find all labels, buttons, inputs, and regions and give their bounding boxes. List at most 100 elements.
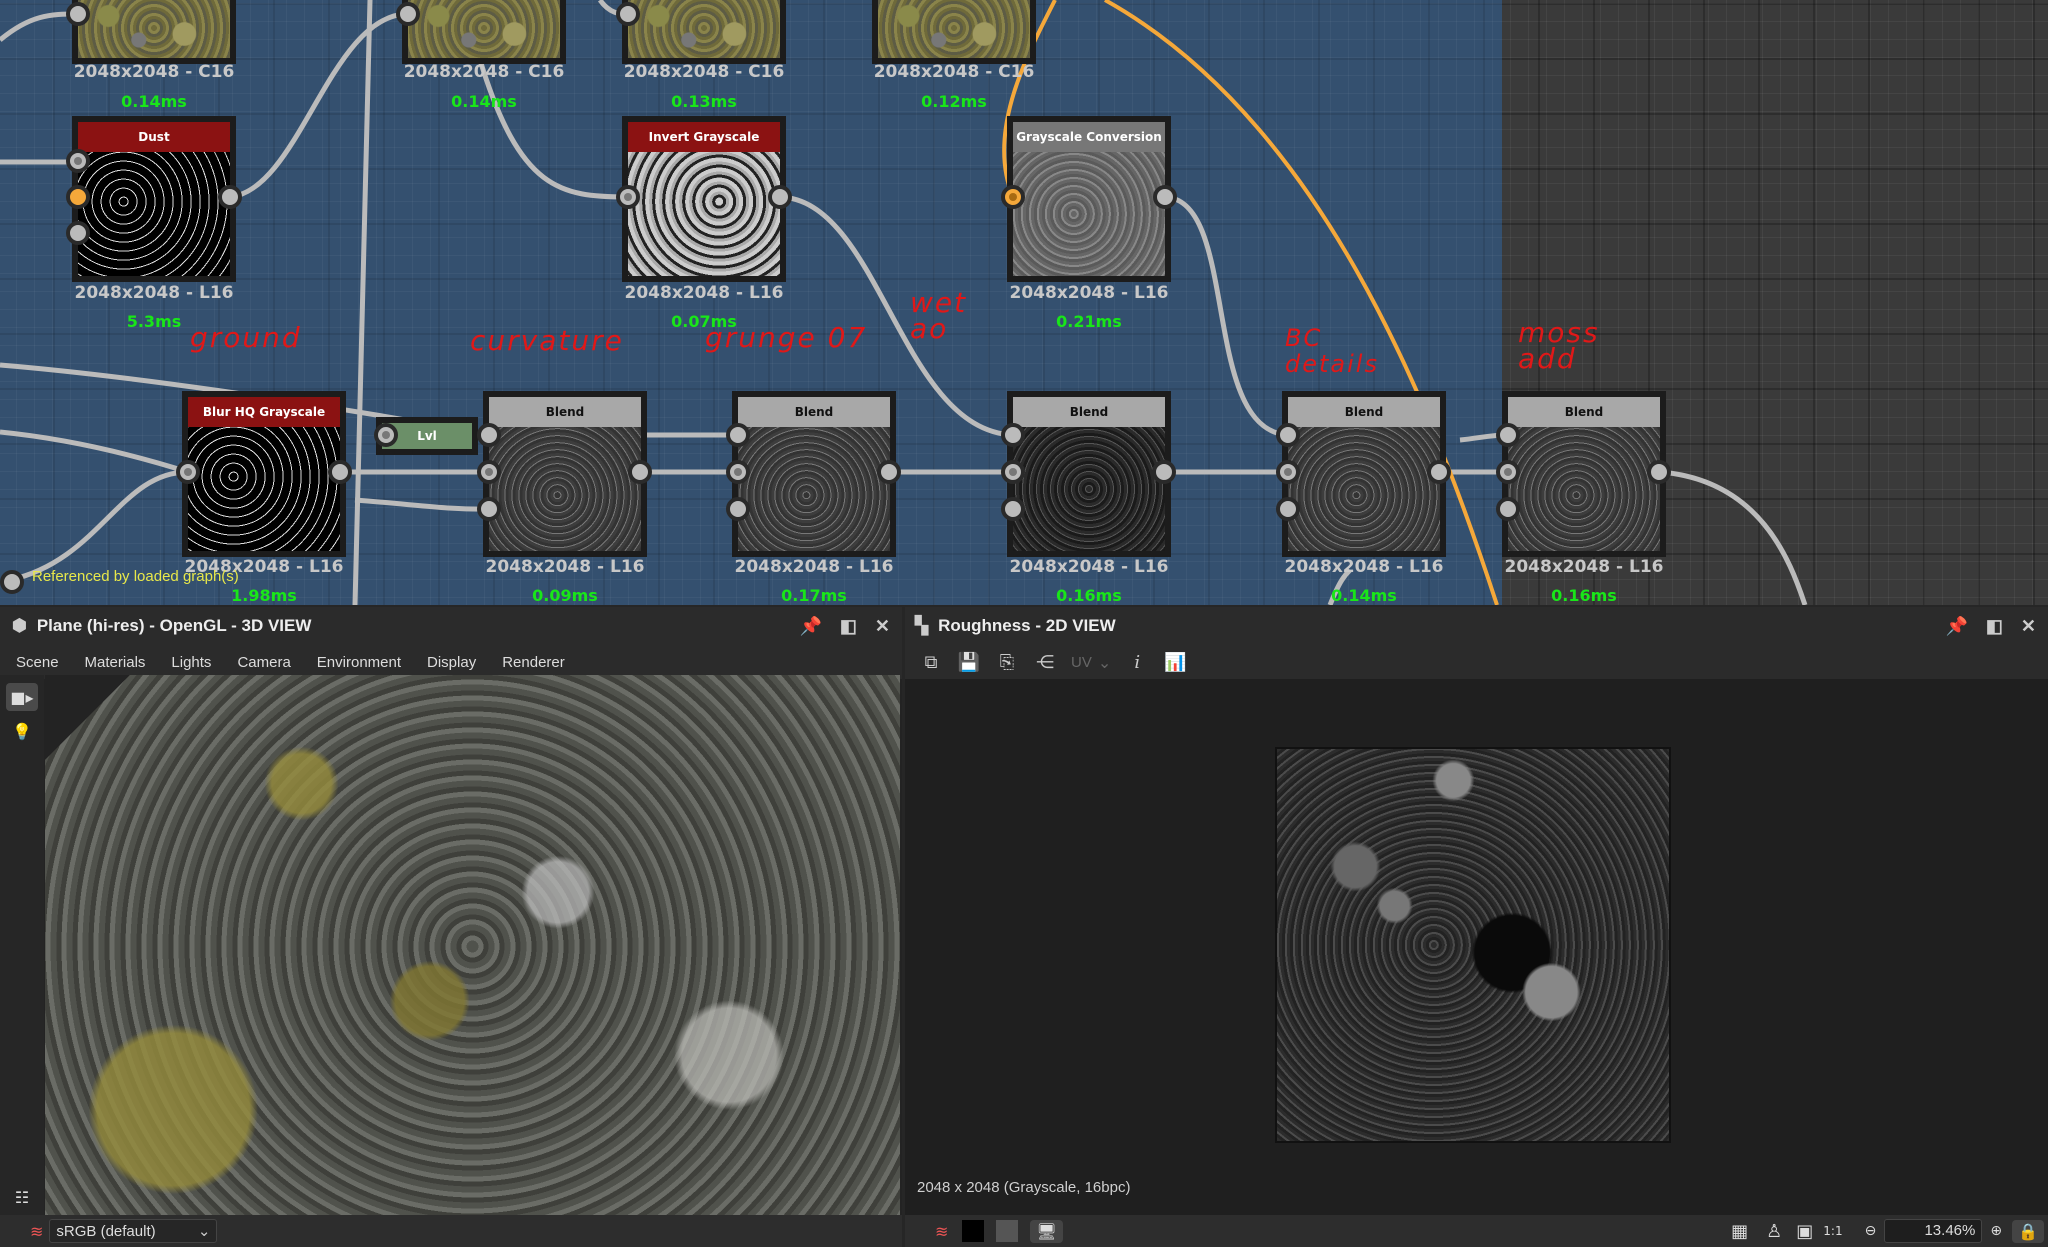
output-pin[interactable] (0, 570, 24, 594)
input-pin-selected[interactable] (1001, 185, 1025, 209)
layers-icon[interactable]: ≋ (935, 1222, 948, 1241)
input-pin[interactable] (726, 460, 750, 484)
zoom-level-field[interactable]: 13.46% (1884, 1219, 1983, 1243)
menu-environment[interactable]: Environment (317, 654, 401, 671)
menu-scene[interactable]: Scene (16, 654, 59, 671)
input-pin[interactable] (1001, 423, 1025, 447)
input-pin[interactable] (1276, 497, 1300, 521)
grid-icon[interactable]: ▦ (1731, 1221, 1748, 1242)
blend-node-bc-details[interactable]: Blend (1282, 391, 1446, 557)
menu-display[interactable]: Display (427, 654, 476, 671)
input-pin[interactable] (1496, 460, 1520, 484)
input-pin[interactable] (374, 423, 398, 447)
invert-grayscale-node[interactable]: Invert Grayscale (622, 116, 786, 282)
zoom-out-icon[interactable]: ⊖ (1865, 1223, 1877, 1239)
output-pin[interactable] (628, 460, 652, 484)
roughness-texture-preview[interactable] (1275, 747, 1671, 1143)
menu-camera[interactable]: Camera (237, 654, 290, 671)
input-pin[interactable] (176, 460, 200, 484)
blur-hq-grayscale-node[interactable]: Blur HQ Grayscale (182, 391, 346, 557)
input-pin[interactable] (1276, 423, 1300, 447)
light-bulb-icon[interactable]: 💡 (6, 717, 38, 745)
dust-node[interactable]: Dust (72, 116, 236, 282)
input-pin[interactable] (1001, 497, 1025, 521)
menu-lights[interactable]: Lights (171, 654, 211, 671)
input-pin[interactable] (1001, 460, 1025, 484)
zoom-in-icon[interactable]: ⊕ (1990, 1223, 2002, 1239)
character-scale-icon[interactable]: ♙ (1766, 1221, 1782, 1242)
histogram-icon[interactable]: 📊 (1163, 652, 1187, 673)
input-pin[interactable] (1496, 497, 1520, 521)
output-pin[interactable] (877, 460, 901, 484)
blend-node-moss-add[interactable]: Blend (1502, 391, 1666, 557)
menu-materials[interactable]: Materials (85, 654, 146, 671)
node-timing: 1.98ms (231, 586, 297, 605)
node-thumbnail (1288, 427, 1440, 551)
bitmap-node[interactable] (872, 0, 1036, 64)
scene-tree-icon[interactable]: ☷ (6, 1183, 38, 1211)
layers-icon[interactable]: ≋ (30, 1222, 43, 1241)
node-graph[interactable]: 2048x2048 - C16 0.14ms 2048x2048 - C16 0… (0, 0, 2048, 605)
camera-icon[interactable]: ■▸ (6, 683, 38, 711)
maximize-icon[interactable]: ◧ (1986, 616, 2003, 637)
node-resolution: 2048x2048 - C16 (403, 62, 565, 82)
actual-size-icon[interactable]: 1:1 (1823, 1224, 1842, 1238)
maximize-icon[interactable]: ◧ (840, 616, 857, 637)
3d-view-menubar: Scene Materials Lights Camera Environmen… (0, 645, 902, 679)
bitmap-node[interactable] (402, 0, 566, 64)
input-pin[interactable] (726, 423, 750, 447)
input-pin[interactable] (1496, 423, 1520, 447)
output-pin[interactable] (768, 185, 792, 209)
info-icon[interactable]: i (1125, 652, 1149, 673)
panel-header: ⬢ Plane (hi-res) - OpenGL - 3D VIEW 📌 ◧ … (0, 607, 902, 645)
input-pin[interactable] (66, 221, 90, 245)
gray-background-swatch[interactable] (996, 1220, 1019, 1242)
blend-node-curvature[interactable]: Blend (483, 391, 647, 557)
chevron-down-icon: ⌄ (1097, 652, 1112, 672)
2d-view-bottom-bar: ≋ 🖥 ▦ ♙ ▣ 1:1 ⊖ 13.46% ⊕ 🔒 (905, 1215, 2048, 1247)
panel-title: Plane (hi-res) - OpenGL - 3D VIEW (36, 616, 312, 635)
output-pin[interactable] (616, 2, 640, 26)
pin-icon[interactable]: 📌 (799, 616, 821, 637)
output-pin[interactable] (1427, 460, 1451, 484)
lock-icon[interactable]: 🔒 (2012, 1219, 2044, 1243)
input-pin[interactable] (616, 185, 640, 209)
color-display-icon[interactable]: 🖥 (1030, 1219, 1063, 1243)
input-pin[interactable] (477, 423, 501, 447)
blend-node-grunge[interactable]: Blend (732, 391, 896, 557)
output-pin[interactable] (66, 2, 90, 26)
share-graph-icon[interactable]: ⋲ (1033, 652, 1057, 673)
input-pin[interactable] (726, 497, 750, 521)
output-pin[interactable] (1152, 460, 1176, 484)
node-thumbnail (738, 427, 890, 551)
input-pin[interactable] (477, 497, 501, 521)
bitmap-node[interactable] (72, 0, 236, 64)
black-background-swatch[interactable] (962, 1220, 985, 1242)
bitmap-node[interactable] (622, 0, 786, 64)
3d-viewport[interactable] (45, 675, 900, 1218)
input-pin[interactable] (66, 149, 90, 173)
output-pin[interactable] (396, 2, 420, 26)
grayscale-conversion-node[interactable]: Grayscale Conversion (1007, 116, 1171, 282)
output-pin[interactable] (218, 185, 242, 209)
copy-icon[interactable]: ⎘ (995, 652, 1019, 673)
save-icon[interactable]: 💾 (957, 652, 981, 673)
pin-icon[interactable]: 📌 (1945, 616, 1967, 637)
output-pin[interactable] (328, 460, 352, 484)
input-pin[interactable] (1276, 460, 1300, 484)
export-icon[interactable]: ⧉ (919, 652, 943, 673)
input-pin[interactable] (477, 460, 501, 484)
close-icon[interactable]: ✕ (2021, 616, 2036, 637)
blend-node-wet-ao[interactable]: Blend (1007, 391, 1171, 557)
fit-view-icon[interactable]: ▣ (1796, 1221, 1813, 1242)
close-icon[interactable]: ✕ (875, 616, 890, 637)
menu-renderer[interactable]: Renderer (502, 654, 565, 671)
input-pin-selected[interactable] (66, 185, 90, 209)
colorspace-select[interactable]: sRGB (default) ⌄ (49, 1219, 218, 1243)
node-title: Invert Grayscale (628, 122, 780, 152)
output-pin[interactable] (1153, 185, 1177, 209)
output-pin[interactable] (1647, 460, 1671, 484)
node-resolution: 2048x2048 - L16 (734, 557, 894, 577)
node-timing: 0.16ms (1056, 586, 1122, 605)
uv-dropdown[interactable]: UV (1071, 654, 1092, 671)
